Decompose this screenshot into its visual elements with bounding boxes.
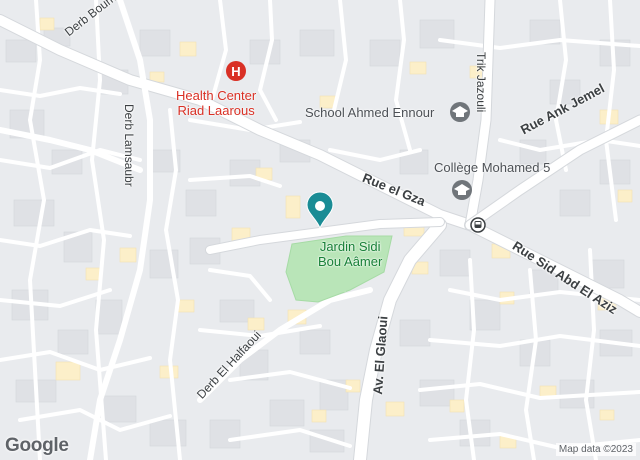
map-attribution[interactable]: Map data ©2023: [555, 443, 636, 456]
school-icon[interactable]: [452, 180, 472, 200]
svg-text:H: H: [231, 64, 240, 79]
map-canvas[interactable]: H: [0, 0, 640, 460]
map-view[interactable]: H Derb Boumba Derb Lamsaubr Trik Jazouli…: [0, 0, 640, 460]
google-logo: Google: [5, 435, 69, 456]
hospital-icon[interactable]: H: [226, 61, 246, 81]
bus-stop-icon[interactable]: [470, 217, 486, 233]
school-icon[interactable]: [450, 102, 470, 122]
